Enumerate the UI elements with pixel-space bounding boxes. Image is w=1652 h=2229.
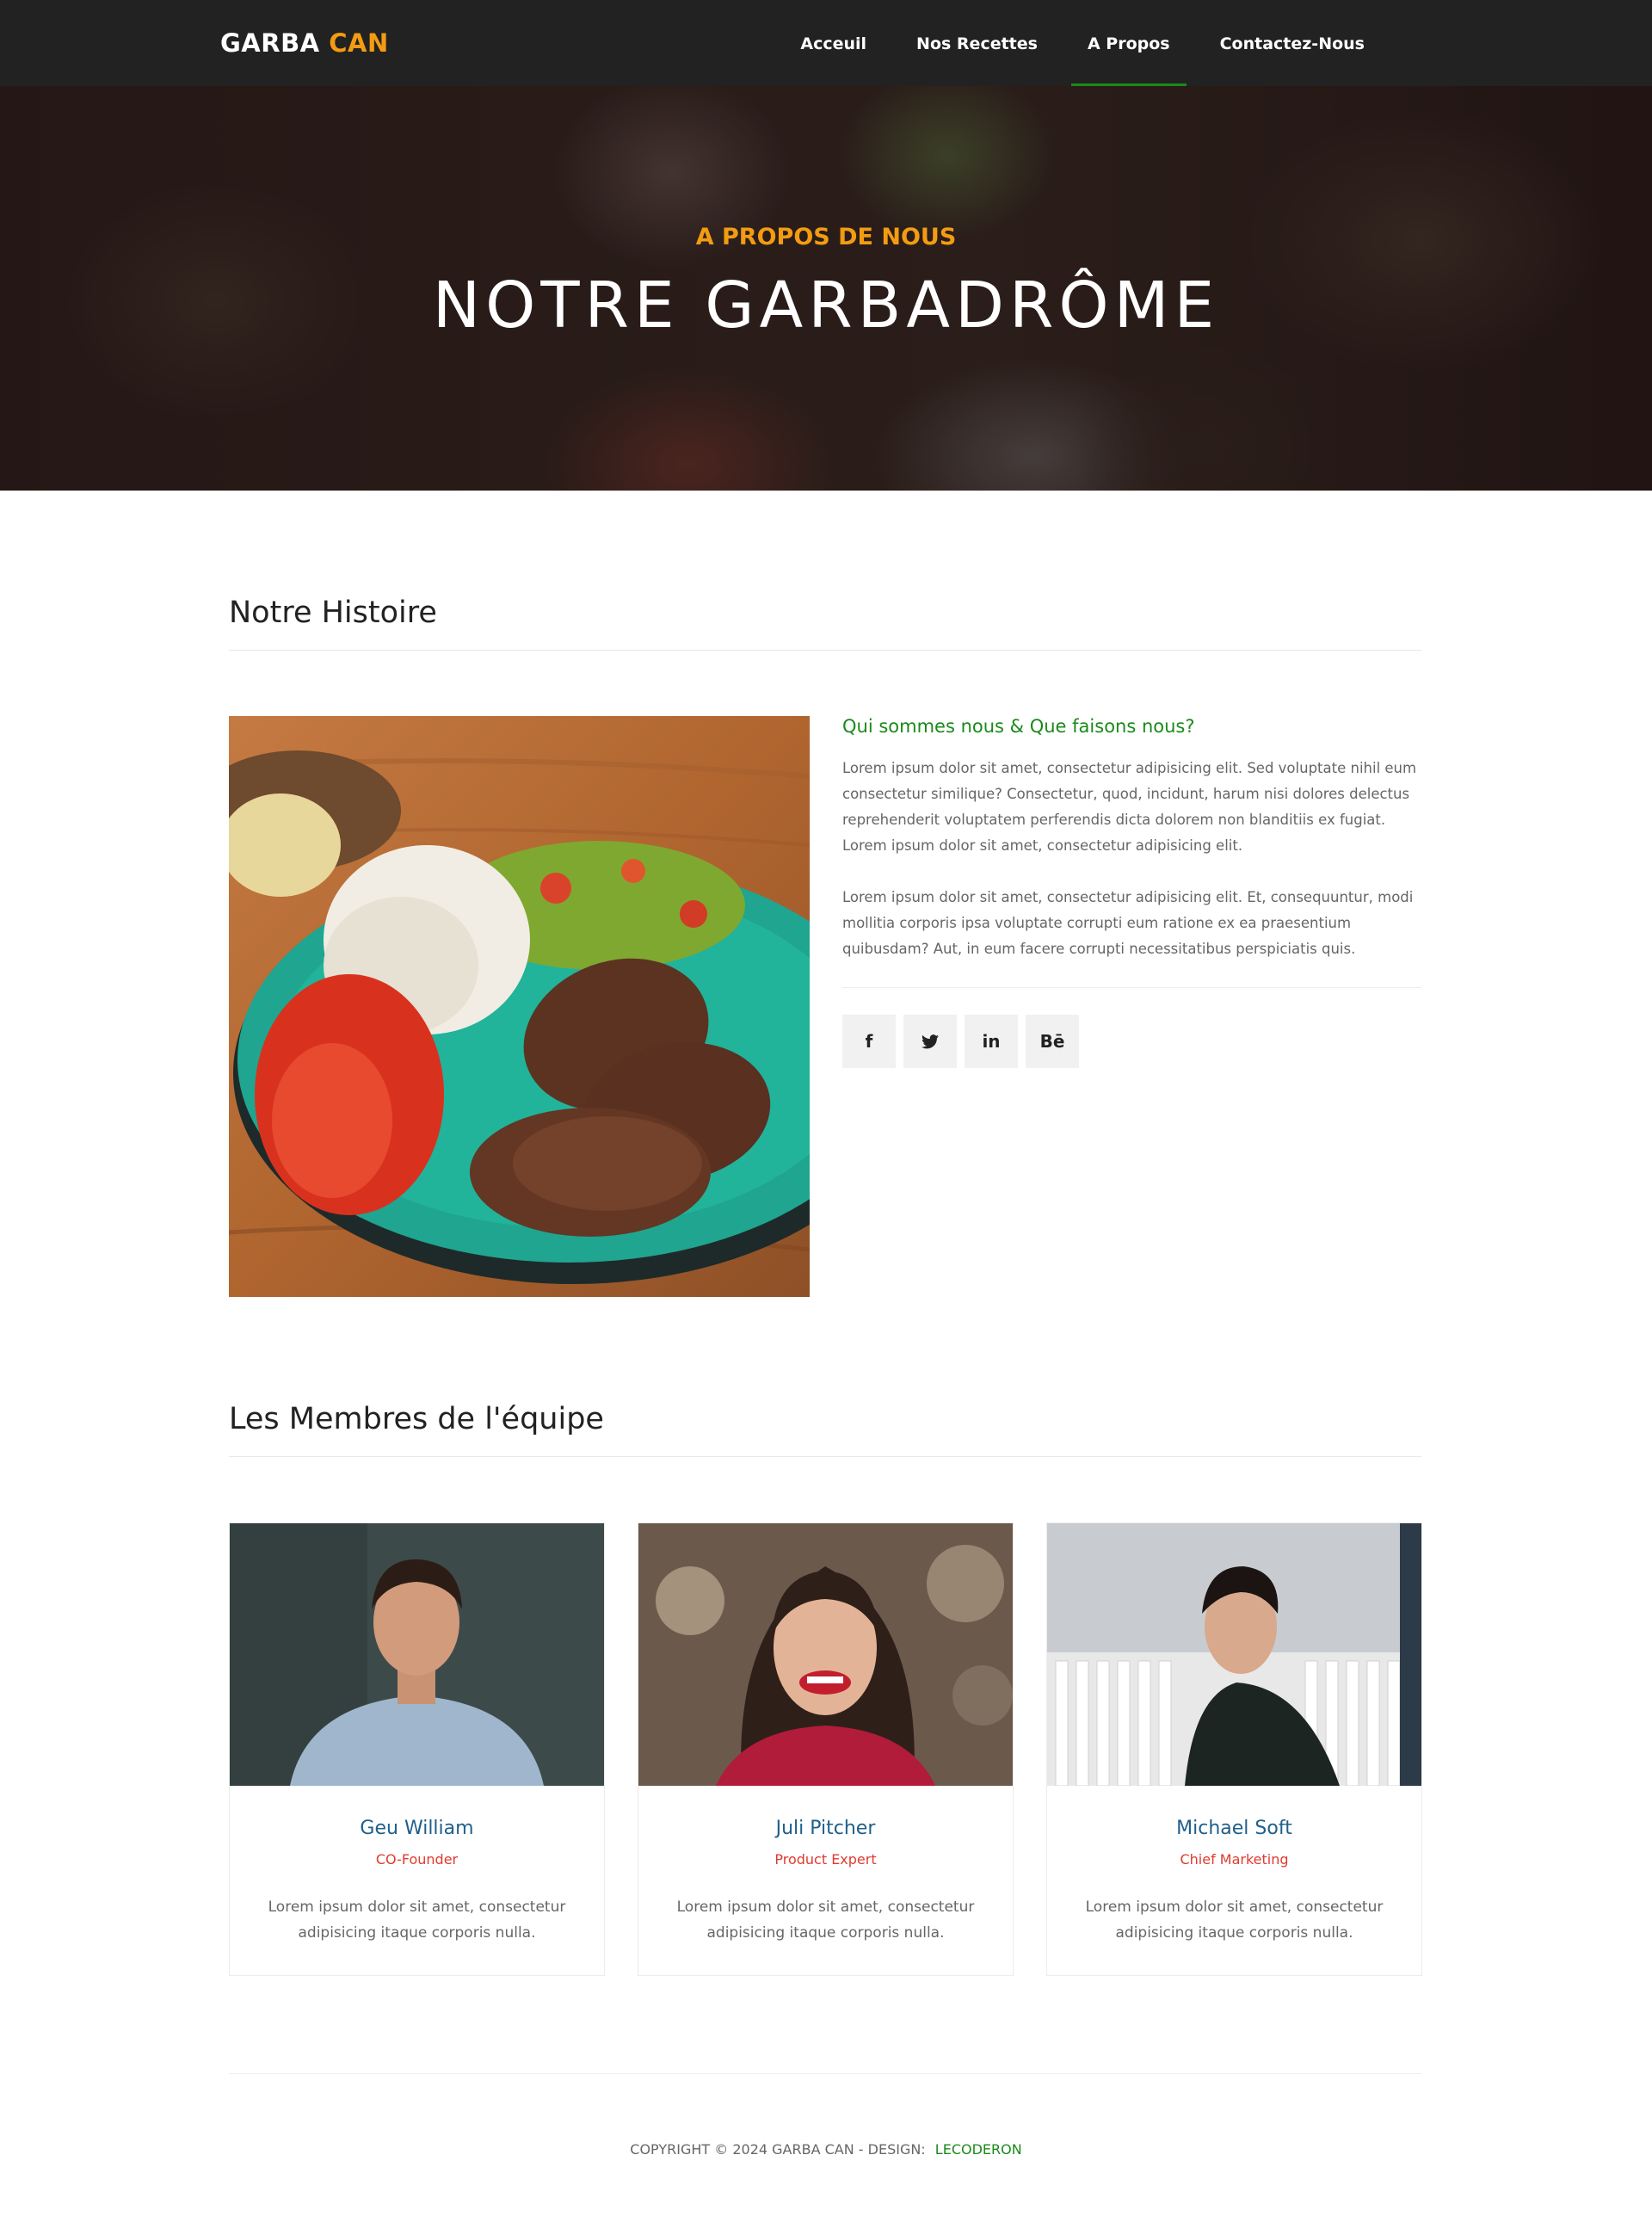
navbar: GARBA CAN Acceuil Nos Recettes A Propos … — [0, 0, 1652, 86]
team-member-role: CO-Founder — [375, 1851, 459, 1868]
team-member-role: Product Expert — [774, 1851, 877, 1868]
hero-banner: A PROPOS DE NOUS NOTRE GARBADRÔME — [0, 86, 1652, 491]
team-member-photo — [638, 1523, 1013, 1786]
team-card: Juli Pitcher Product Expert Lorem ipsum … — [638, 1522, 1014, 1976]
about-heading: Qui sommes nous & Que faisons nous? — [842, 716, 1195, 737]
brand-logo[interactable]: GARBA CAN — [220, 28, 389, 58]
twitter-icon[interactable] — [903, 1015, 957, 1068]
footer: COPYRIGHT © 2024 GARBA CAN - DESIGN: LEC… — [0, 2141, 1652, 2158]
behance-glyph: Bē — [1039, 1031, 1065, 1052]
twitter-bird-glyph — [922, 1034, 939, 1048]
behance-icon[interactable]: Bē — [1026, 1015, 1079, 1068]
linkedin-glyph: in — [982, 1031, 1001, 1052]
team-section-divider — [229, 1456, 1421, 1457]
facebook-glyph: f — [865, 1031, 873, 1052]
facebook-icon[interactable]: f — [842, 1015, 896, 1068]
footer-designer-link[interactable]: LECODERON — [935, 2141, 1022, 2158]
team-member-name: Geu William — [360, 1818, 474, 1839]
team-member-name: Michael Soft — [1176, 1818, 1292, 1839]
nav-item-a-propos[interactable]: A Propos — [1063, 0, 1195, 86]
team-member-description: Lorem ipsum dolor sit amet, consectetur … — [268, 1899, 566, 1942]
footer-divider — [229, 2073, 1421, 2074]
about-paragraph-2: Lorem ipsum dolor sit amet, consectetur … — [842, 889, 1414, 957]
nav-item-acceuil[interactable]: Acceuil — [775, 0, 891, 86]
hero-subtitle: A PROPOS DE NOUS — [695, 224, 957, 250]
garba-dish-image — [229, 716, 810, 1297]
about-section-divider — [229, 650, 1421, 651]
nav-item-contactez-nous[interactable]: Contactez-Nous — [1195, 0, 1390, 86]
about-text-block: Qui sommes nous & Que faisons nous? Lore… — [842, 716, 1421, 988]
about-divider — [842, 987, 1421, 988]
team-card: Geu William CO-Founder Lorem ipsum dolor… — [229, 1522, 605, 1976]
linkedin-icon[interactable]: in — [965, 1015, 1018, 1068]
nav-item-nos-recettes[interactable]: Nos Recettes — [891, 0, 1063, 86]
team-member-photo — [1047, 1523, 1421, 1786]
team-card: Michael Soft Chief Marketing Lorem ipsum… — [1046, 1522, 1422, 1976]
team-member-description: Lorem ipsum dolor sit amet, consectetur … — [1085, 1899, 1384, 1942]
social-links: f in Bē — [842, 1015, 1079, 1068]
brand-part2: CAN — [329, 28, 389, 58]
team-member-role: Chief Marketing — [1180, 1851, 1289, 1868]
team-member-description: Lorem ipsum dolor sit amet, consectetur … — [676, 1899, 975, 1942]
brand-part1: GARBA — [220, 28, 320, 58]
team-member-photo — [230, 1523, 604, 1786]
about-paragraph-1: Lorem ipsum dolor sit amet, consectetur … — [842, 760, 1417, 854]
hero-title: NOTRE GARBADRÔME — [432, 269, 1220, 343]
team-section-title: Les Membres de l'équipe — [229, 1402, 604, 1436]
nav-links: Acceuil Nos Recettes A Propos Contactez-… — [775, 0, 1390, 86]
team-member-name: Juli Pitcher — [775, 1818, 876, 1839]
footer-copyright: COPYRIGHT © 2024 GARBA CAN - DESIGN: — [630, 2141, 926, 2158]
about-section-title: Notre Histoire — [229, 596, 437, 630]
